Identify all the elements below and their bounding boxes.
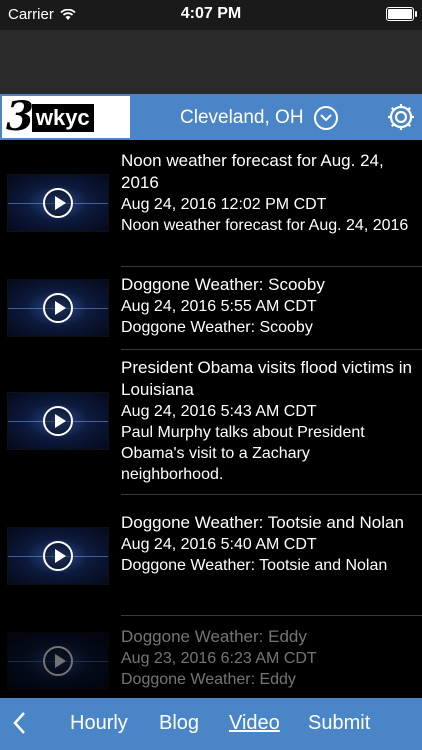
play-icon [43, 293, 73, 323]
tab-blog[interactable]: Blog [159, 712, 199, 735]
play-icon [43, 646, 73, 676]
video-date: Aug 24, 2016 12:02 PM CDT [121, 196, 327, 213]
location-label: Cleveland, OH [180, 107, 304, 128]
list-item[interactable]: Doggone Weather: Eddy Aug 23, 2016 6:23 … [0, 616, 422, 698]
video-thumbnail [7, 174, 109, 232]
video-date: Aug 23, 2016 6:23 AM CDT [121, 650, 317, 667]
video-list: Noon weather forecast for Aug. 24, 2016 … [0, 140, 422, 698]
list-item[interactable]: Noon weather forecast for Aug. 24, 2016 … [0, 140, 422, 266]
status-bar: Carrier 4:07 PM [0, 0, 422, 30]
video-description: Noon weather forecast for Aug. 24, 2016 [121, 217, 409, 234]
play-icon [43, 406, 73, 436]
gear-icon[interactable] [386, 102, 416, 132]
battery-icon [386, 7, 417, 21]
video-title: President Obama visits flood victims in … [121, 358, 412, 399]
video-thumbnail [7, 632, 109, 690]
video-thumbnail [7, 392, 109, 450]
header-background [0, 30, 422, 94]
tab-bar: Hourly Blog Video Submit [0, 698, 422, 750]
video-description: Doggone Weather: Tootsie and Nolan [121, 557, 388, 574]
location-selector[interactable]: Cleveland, OH [180, 106, 338, 130]
tab-hourly[interactable]: Hourly [70, 712, 128, 735]
video-description: Paul Murphy talks about President Obama'… [121, 424, 365, 483]
logo-number: 3 [6, 93, 34, 140]
video-description: Doggone Weather: Eddy [121, 671, 296, 688]
wkyc-logo[interactable]: 3 wkyc [0, 94, 132, 140]
video-date: Aug 24, 2016 5:55 AM CDT [121, 298, 317, 315]
video-title: Noon weather forecast for Aug. 24, 2016 [121, 151, 384, 192]
list-item[interactable]: Doggone Weather: Scooby Aug 24, 2016 5:5… [0, 267, 422, 349]
logo-word: wkyc [31, 104, 94, 132]
video-date: Aug 24, 2016 5:40 AM CDT [121, 536, 317, 553]
chevron-left-icon[interactable] [10, 710, 30, 736]
nav-bar: 3 wkyc Cleveland, OH [0, 94, 422, 140]
video-title: Doggone Weather: Tootsie and Nolan [121, 513, 404, 532]
video-description: Doggone Weather: Scooby [121, 319, 313, 336]
video-thumbnail [7, 279, 109, 337]
status-time: 4:07 PM [180, 5, 242, 22]
list-item[interactable]: President Obama visits flood victims in … [0, 350, 422, 494]
list-item[interactable]: Doggone Weather: Tootsie and Nolan Aug 2… [0, 495, 422, 615]
chevron-down-circle-icon [313, 106, 338, 130]
video-thumbnail [7, 527, 109, 585]
video-title: Doggone Weather: Scooby [121, 275, 325, 294]
tab-submit[interactable]: Submit [308, 712, 370, 735]
play-icon [43, 188, 73, 218]
video-title: Doggone Weather: Eddy [121, 627, 307, 646]
play-icon [43, 541, 73, 571]
video-date: Aug 24, 2016 5:43 AM CDT [121, 403, 317, 420]
tab-video[interactable]: Video [229, 712, 280, 735]
